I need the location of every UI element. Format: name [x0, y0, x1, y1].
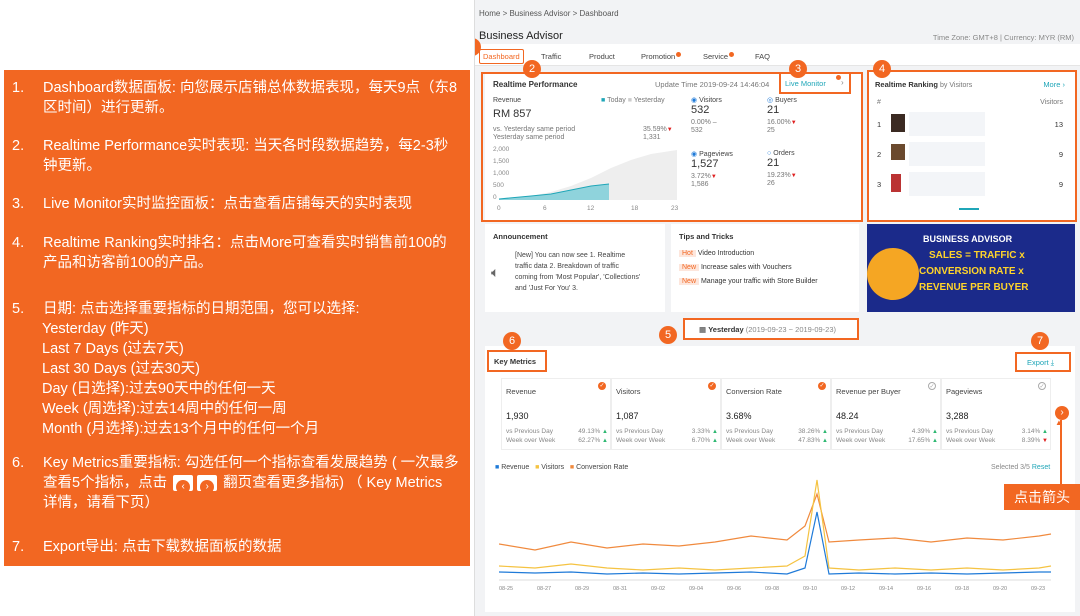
tab-service[interactable]: Service — [703, 52, 735, 61]
download-icon: ⤓ — [1050, 358, 1055, 367]
date-option: Last 7 Days (过去7天) — [42, 341, 184, 357]
instruction-6: 6. Key Metrics重要指标: 勾选任何一个指标查看发展趋势 ( 一次最… — [12, 455, 459, 511]
check-icon[interactable]: ✓ — [1038, 382, 1046, 390]
page-title: Business Advisor — [479, 30, 563, 42]
date-option-list: Yesterday (昨天) Last 7 Days (过去7天) Last 3… — [42, 319, 460, 439]
badge-7: 7 — [1031, 332, 1049, 350]
announcement-card: Announcement 🔈︎ [New] You can now see 1.… — [485, 224, 665, 312]
tab-dashboard[interactable]: Dashboard — [479, 49, 524, 64]
tab-product[interactable]: Product — [589, 52, 615, 61]
date-option: Day (日选择):过去90天中的任何一天 — [42, 381, 276, 397]
next-arrow-icon: › — [197, 475, 218, 495]
conversion-rate-line — [499, 491, 1052, 551]
x-tick: 09-10 — [803, 586, 817, 592]
key-metrics-tab[interactable]: Key Metrics — [487, 350, 547, 372]
x-tick: 08-27 — [537, 586, 551, 592]
metric-revenue-per-buyer[interactable]: ✓ Revenue per Buyer 48.24 vs Previous Da… — [831, 378, 941, 450]
breadcrumb: Home > Business Advisor > Dashboard — [479, 9, 619, 18]
x-tick: 09-14 — [879, 586, 893, 592]
metric-conversion-rate[interactable]: ✓ Conversion Rate 3.68% vs Previous Day 3… — [721, 378, 831, 450]
tab-promotion[interactable]: Promotion — [641, 52, 682, 61]
prev-arrow-icon: ‹ — [173, 475, 194, 495]
x-tick: 09-08 — [765, 586, 779, 592]
badge-4: 4 — [873, 60, 891, 78]
export-button[interactable]: Export ⤓ — [1015, 352, 1071, 372]
x-tick: 08-29 — [575, 586, 589, 592]
date-option: Last 30 Days (过去30天) — [42, 361, 200, 377]
date-option: Week (周选择):过去14周中的任何一周 — [42, 401, 287, 417]
dashboard-screenshot: Home > Business Advisor > Dashboard Busi… — [474, 0, 1080, 616]
key-metrics-chart: 08-25 08-27 08-29 08-31 09-02 09-04 09-0… — [499, 479, 1052, 592]
x-tick: 09-20 — [993, 586, 1007, 592]
check-icon[interactable]: ✓ — [928, 382, 936, 390]
check-icon[interactable]: ✓ — [708, 382, 716, 390]
check-icon[interactable]: ✓ — [818, 382, 826, 390]
instruction-5: 5. 日期: 点击选择重要指标的日期范围，您可以选择: — [12, 301, 360, 317]
instruction-2: 2. Realtime Performance实时表现: 当天各时段数据趋势，每2… — [12, 138, 449, 174]
up-arrow-icon: ▲ — [1055, 418, 1063, 427]
promo-banner[interactable]: BUSINESS ADVISOR SALES = TRAFFIC x CONVE… — [867, 224, 1075, 312]
lion-mascot — [867, 248, 919, 300]
timezone-label: Time Zone: GMT+8 | Currency: MYR (RM) — [932, 33, 1074, 42]
x-tick: 09-23 — [1031, 586, 1045, 592]
tab-faq[interactable]: FAQ — [755, 52, 770, 61]
tip-item[interactable]: New Manage your traffic with Store Build… — [679, 278, 829, 285]
x-tick: 09-02 — [651, 586, 665, 592]
visitors-line — [499, 479, 1052, 571]
reset-link[interactable]: Reset — [1032, 464, 1050, 471]
metric-pageviews[interactable]: ✓ Pageviews 3,288 vs Previous Day 3.14% ▲… — [941, 378, 1051, 450]
x-tick: 09-04 — [689, 586, 703, 592]
x-tick: 09-16 — [917, 586, 931, 592]
nav-tabs: Dashboard Traffic Product Promotion Serv… — [475, 44, 1080, 66]
badge-5: 5 — [659, 326, 677, 344]
x-tick: 09-12 — [841, 586, 855, 592]
date-option: Yesterday (昨天) — [42, 321, 149, 337]
metric-revenue[interactable]: ✓ Revenue 1,930 vs Previous Day 49.13% ▲ W… — [501, 378, 611, 450]
x-tick: 09-18 — [955, 586, 969, 592]
tips-card: Tips and Tricks Hot Video Introduction N… — [671, 224, 859, 312]
speaker-icon: 🔈︎ — [491, 264, 500, 280]
tip-item[interactable]: Hot Video Introduction — [679, 250, 754, 257]
click-arrow-callout: 点击箭头 — [1004, 484, 1080, 510]
metric-visitors[interactable]: ✓ Visitors 1,087 vs Previous Day 3.33% ▲ W… — [611, 378, 721, 450]
check-icon[interactable]: ✓ — [598, 382, 606, 390]
chart-legend: ■ Revenue ■ Visitors ■ Conversion Rate — [495, 464, 629, 471]
badge-6: 6 — [503, 332, 521, 350]
calendar-icon: ▦ — [699, 325, 707, 334]
badge-3: 3 — [789, 60, 807, 78]
instruction-panel: 1. Dashboard数据面板: 向您展示店铺总体数据表现，每天9点（东8区时间… — [4, 70, 470, 566]
x-tick: 08-25 — [499, 586, 513, 592]
tab-traffic[interactable]: Traffic — [541, 52, 561, 61]
callout-line — [1060, 420, 1062, 484]
ranking-highlight — [867, 70, 1077, 222]
realtime-highlight — [481, 72, 863, 222]
instruction-3: 3. Live Monitor实时监控面板：点击查看店铺每天的实时表现 — [12, 196, 412, 212]
instruction-1: 1. Dashboard数据面板: 向您展示店铺总体数据表现，每天9点（东8区时间… — [12, 80, 458, 116]
date-picker[interactable]: ▦ Yesterday (2019-09-23 ~ 2019-09-23) — [683, 318, 859, 340]
x-tick: 09-06 — [727, 586, 741, 592]
date-option: Month (月选择):过去13个月中的任何一个月 — [42, 421, 320, 437]
x-tick: 08-31 — [613, 586, 627, 592]
instruction-4: 4. Realtime Ranking实时排名：点击More可查看实时销售前100… — [12, 235, 447, 271]
badge-2: 2 — [523, 60, 541, 78]
tip-item[interactable]: New Increase sales with Vouchers — [679, 264, 792, 271]
instruction-7: 7. Export导出: 点击下载数据面板的数据 — [12, 539, 282, 555]
